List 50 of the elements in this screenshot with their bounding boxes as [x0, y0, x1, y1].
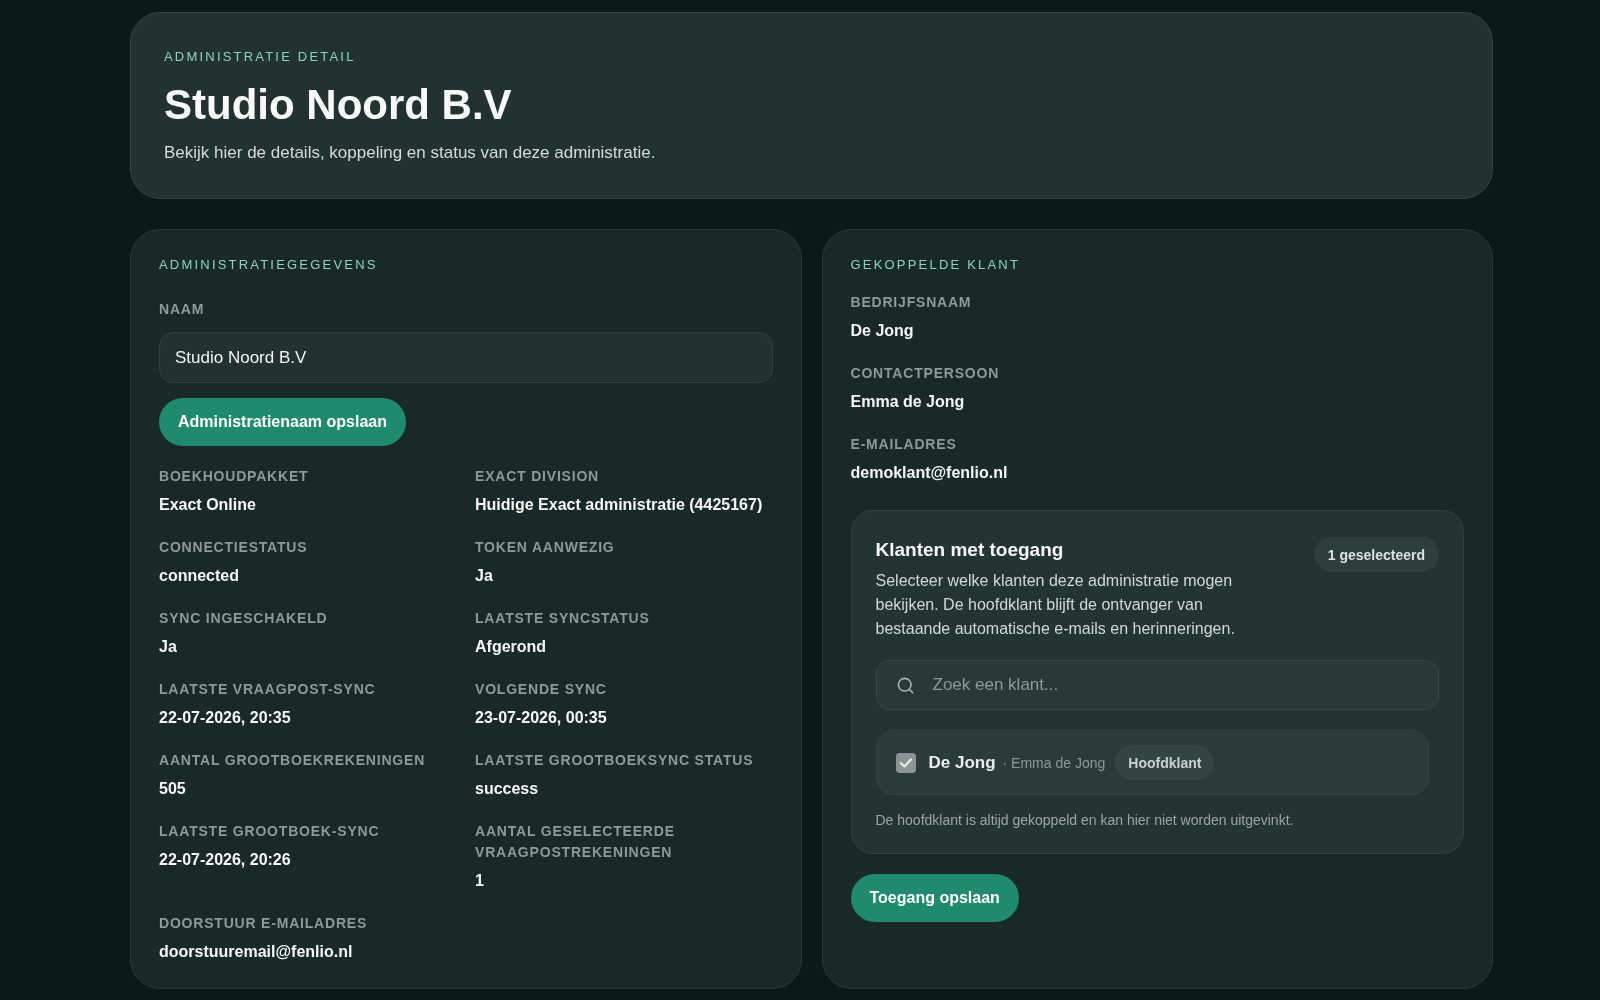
field-value: Huidige Exact administratie (4425167) [475, 495, 764, 515]
field-value: 505 [159, 779, 187, 799]
role-tag: Hoofdklant [1115, 745, 1215, 780]
field-label: LAATSTE VRAAGPOST-SYNC [159, 680, 377, 699]
panel-description: Selecteer welke klanten deze administratie mogen bekijken. De hoofdklant blijft de ontvanger van bestaande automatische e-mails en herinneringen. [875, 571, 1236, 639]
field-value: 1 [475, 871, 485, 891]
field-label: NAAM [159, 300, 206, 319]
section-heading: ADMINISTRATIE DETAIL [164, 49, 357, 65]
save-name-button[interactable]: Administratienaam opslaan [159, 398, 406, 446]
field-label: CONNECTIESTATUS [159, 538, 309, 557]
field-label: TOKEN AANWEZIG [475, 538, 616, 557]
section-heading: GEKOPPELDE KLANT [850, 257, 1022, 273]
field-value: De Jong [850, 321, 915, 341]
field-value: 22-07-2026, 20:26 [159, 850, 292, 870]
field-label: BEDRIJFSNAAM [850, 293, 973, 312]
field-label: LAATSTE SYNCSTATUS [475, 609, 651, 628]
field-label: EXACT DIVISION [475, 467, 600, 486]
search-icon [895, 676, 915, 695]
field-label: BOEKHOUDPAKKET [159, 467, 310, 486]
field-label: LAATSTE GROOTBOEKSYNC STATUS [475, 751, 755, 770]
field-value: 22-07-2026, 20:35 [159, 708, 292, 728]
panel-title: Klanten met toegang [875, 538, 1065, 562]
client-name: De Jong [928, 752, 996, 773]
field-label: AANTAL GESELECTEERDE VRAAGPOSTREKENINGEN [475, 822, 676, 862]
field-value: Ja [159, 637, 178, 657]
field-label: E-MAILADRES [850, 435, 958, 454]
page-subtitle: Bekijk hier de details, koppeling en status van deze administratie. [164, 142, 657, 164]
name-input[interactable]: Studio Noord B.V [159, 332, 773, 383]
field-value: 23-07-2026, 00:35 [475, 708, 608, 728]
field-label: SYNC INGESCHAKELD [159, 609, 329, 628]
helper-note: De hoofdklant is altijd gekoppeld en kan hier niet worden uitgevinkt. [875, 811, 1295, 830]
search-field[interactable]: Zoek een klant... [875, 660, 1439, 710]
field-value: connected [159, 566, 240, 586]
field-value: Ja [475, 566, 494, 586]
field-label: CONTACTPERSOON [850, 364, 1001, 383]
save-access-button[interactable]: Toegang opslaan [850, 874, 1019, 922]
page-title: Studio Noord B.V [164, 80, 513, 130]
field-label: AANTAL GROOTBOEKREKENINGEN [159, 751, 427, 770]
selection-count-badge: 1 geselecteerd [1313, 537, 1439, 572]
field-value: doorstuuremail@fenlio.nl [159, 942, 354, 962]
field-value: Exact Online [159, 495, 257, 515]
field-value: demoklant@fenlio.nl [850, 463, 1009, 483]
field-label: VOLGENDE SYNC [475, 680, 608, 699]
client-contact: · Emma de Jong [1002, 754, 1106, 771]
field-value: Afgerond [475, 637, 548, 657]
field-label: LAATSTE GROOTBOEK-SYNC [159, 822, 381, 841]
field-value: success [475, 779, 540, 799]
field-value: Emma de Jong [850, 392, 966, 412]
field-label: DOORSTUUR E-MAILADRES [159, 914, 369, 933]
section-heading: ADMINISTRATIEGEGEVENS [159, 257, 379, 273]
